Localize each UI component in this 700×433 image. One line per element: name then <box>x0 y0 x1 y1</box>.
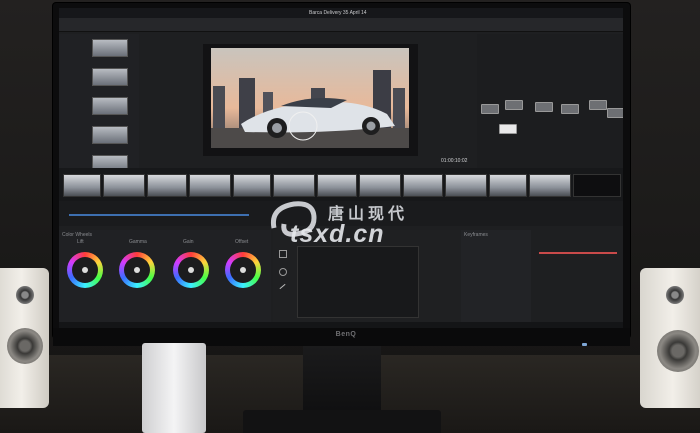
color-wheels-title: Color Wheels <box>62 232 93 238</box>
right-speaker-tweeter <box>666 286 684 304</box>
white-cup <box>142 343 206 433</box>
left-speaker-woofer <box>7 328 43 364</box>
monitor-stand <box>303 346 381 416</box>
wheel-label-gain: Gain <box>183 239 194 245</box>
timeline-clip[interactable] <box>189 174 231 197</box>
gallery-thumbnail[interactable] <box>92 97 128 115</box>
timeline-clip[interactable] <box>573 174 621 197</box>
gain-wheel[interactable] <box>173 252 209 288</box>
timeline-clip[interactable] <box>529 174 571 197</box>
gallery-thumbnail[interactable] <box>92 68 128 86</box>
timeline-clip[interactable] <box>273 174 315 197</box>
node[interactable] <box>589 100 607 110</box>
node[interactable] <box>505 100 523 110</box>
selected-row-highlight <box>539 252 617 254</box>
viewer-image <box>211 48 409 148</box>
gallery-thumbnail[interactable] <box>92 126 128 144</box>
node[interactable] <box>561 104 579 114</box>
circle-icon[interactable] <box>279 268 287 276</box>
viewer-timecode: 01:00:10:02 <box>441 158 468 164</box>
gallery-thumbnails <box>92 39 130 173</box>
color-wheels-panel: Color Wheels Lift Gamma Gain Offset <box>59 230 271 322</box>
keyframes-title: Keyframes <box>464 232 488 238</box>
viewer-panel <box>203 44 418 156</box>
square-icon[interactable] <box>279 250 287 258</box>
timeline-clip[interactable] <box>445 174 487 197</box>
window-title: Barca Delivery 35 April 14 <box>309 10 367 16</box>
timeline-clip[interactable] <box>147 174 187 197</box>
timeline-clip[interactable] <box>317 174 357 197</box>
curve-graph[interactable] <box>297 246 419 318</box>
photo-scene: BenQ Barca Delivery 35 April 14 01:00:10… <box>0 0 700 433</box>
timeline-clip[interactable] <box>103 174 145 197</box>
gamma-wheel[interactable] <box>119 252 155 288</box>
node[interactable] <box>481 104 499 114</box>
timeline-clip[interactable] <box>489 174 527 197</box>
timeline-clip[interactable] <box>359 174 401 197</box>
wheel-label-lift: Lift <box>77 239 84 245</box>
timeline-clip[interactable] <box>63 174 101 197</box>
watermark-latin-text: tsxd.cn <box>290 220 385 248</box>
power-led <box>582 343 587 346</box>
playhead-range <box>69 214 249 216</box>
lift-wheel[interactable] <box>67 252 103 288</box>
wheel-label-offset: Offset <box>235 239 249 245</box>
gallery-thumbnail[interactable] <box>92 39 128 57</box>
right-speaker <box>640 268 700 408</box>
monitor-stand-base <box>243 410 441 433</box>
right-speaker-woofer <box>657 330 699 372</box>
wheel-label-gamma: Gamma <box>129 239 147 245</box>
left-speaker-tweeter <box>16 286 34 304</box>
keyframes-panel: Keyframes <box>461 230 531 322</box>
offset-wheel[interactable] <box>225 252 261 288</box>
monitor-screen: Barca Delivery 35 April 14 01:00:10:02 C… <box>59 8 623 328</box>
node[interactable] <box>607 108 623 118</box>
timeline-clip[interactable] <box>233 174 271 197</box>
pen-icon[interactable] <box>279 283 286 290</box>
node-list-panel <box>533 230 623 322</box>
node[interactable] <box>535 102 553 112</box>
left-speaker <box>0 268 49 408</box>
node[interactable] <box>499 124 517 134</box>
monitor-brand-logo: BenQ <box>335 331 357 338</box>
page-navigation-bar <box>59 322 623 328</box>
node-editor <box>477 34 623 169</box>
toolbar <box>59 18 623 32</box>
timeline-clip[interactable] <box>403 174 443 197</box>
